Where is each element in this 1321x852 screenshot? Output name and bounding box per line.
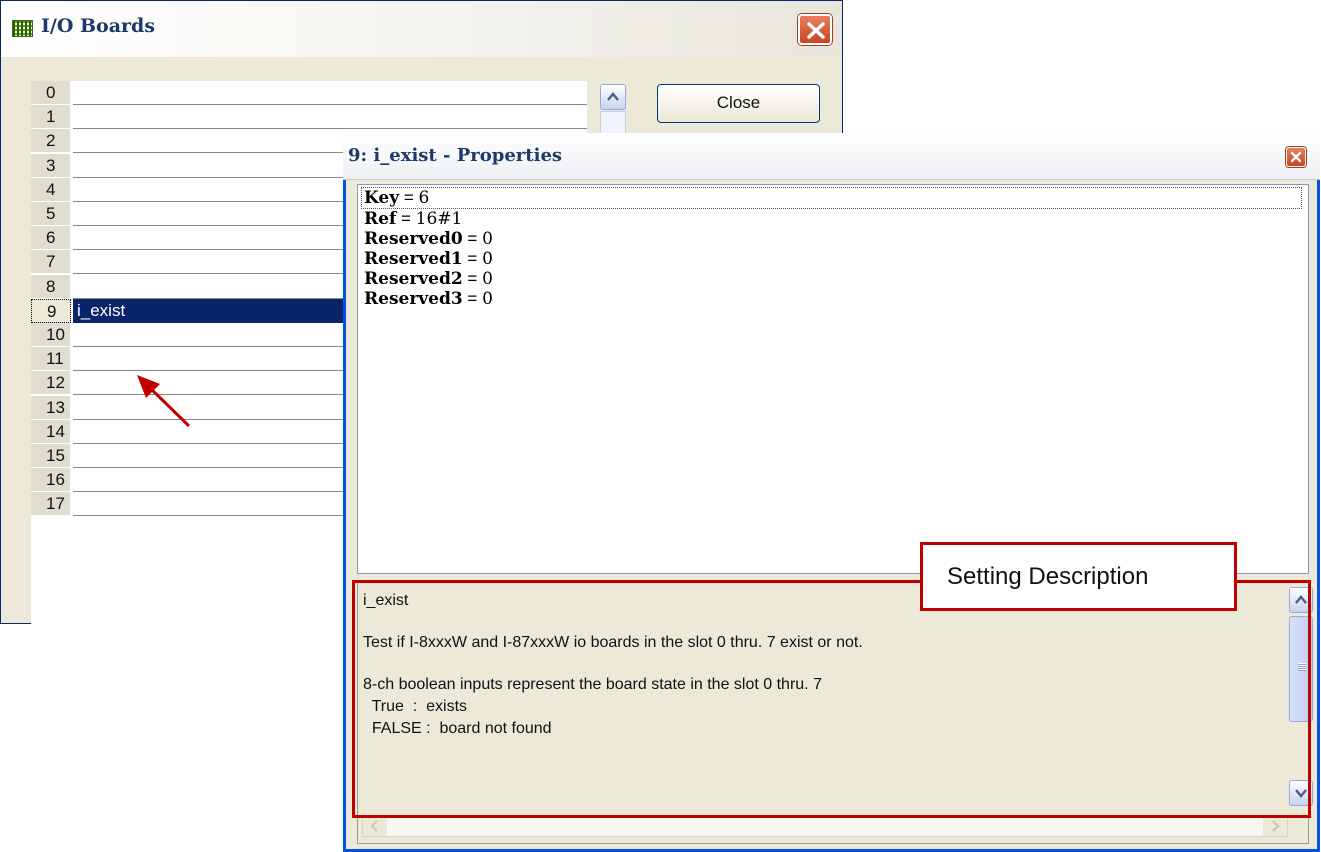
slot-number: 12 bbox=[31, 371, 71, 396]
property-value: 0 bbox=[482, 289, 493, 309]
slot-row[interactable]: 1 bbox=[31, 105, 587, 130]
property-line[interactable]: Reserved0 = 0 bbox=[364, 229, 1302, 249]
property-value: 6 bbox=[418, 188, 430, 208]
property-key: Reserved1 bbox=[364, 249, 463, 269]
slot-number: 14 bbox=[31, 419, 71, 444]
chevron-left-icon bbox=[370, 820, 378, 832]
slot-number: 2 bbox=[31, 129, 71, 154]
slot-number: 17 bbox=[31, 492, 71, 517]
slot-number: 15 bbox=[31, 444, 71, 468]
property-line[interactable]: Reserved2 = 0 bbox=[364, 269, 1302, 289]
slot-number: 7 bbox=[31, 250, 71, 275]
property-value: 0 bbox=[482, 249, 493, 269]
slot-row[interactable]: 0 bbox=[31, 81, 587, 105]
property-key: Ref bbox=[364, 209, 397, 229]
properties-title: 9: i_exist - Properties bbox=[348, 145, 563, 166]
slot-number: 4 bbox=[31, 177, 71, 202]
slot-value[interactable] bbox=[73, 105, 587, 130]
description-horizontal-scrollbar[interactable] bbox=[362, 815, 1288, 837]
property-line[interactable]: Reserved3 = 0 bbox=[364, 289, 1302, 309]
property-value: 0 bbox=[482, 269, 493, 289]
description-highlight-box bbox=[352, 580, 1311, 818]
property-key: Key bbox=[364, 188, 400, 208]
slot-number: 6 bbox=[31, 226, 71, 251]
slot-number: 5 bbox=[31, 202, 71, 226]
property-list[interactable]: Key = 6 Ref = 16#1 Reserved0 = 0 Reserve… bbox=[357, 184, 1309, 574]
slot-number: 9 bbox=[31, 298, 71, 323]
slot-number: 10 bbox=[31, 323, 71, 347]
close-button[interactable]: Close bbox=[657, 84, 820, 123]
properties-close-icon[interactable] bbox=[1286, 147, 1306, 167]
property-value: 16#1 bbox=[415, 209, 463, 229]
callout-label: Setting Description bbox=[947, 563, 1149, 590]
property-key: Reserved2 bbox=[364, 269, 463, 289]
property-value: 0 bbox=[482, 229, 493, 249]
property-line[interactable]: Key = 6 bbox=[361, 187, 1302, 209]
setting-description-callout: Setting Description bbox=[920, 542, 1237, 611]
property-key: Reserved3 bbox=[364, 289, 463, 309]
slot-number: 13 bbox=[31, 395, 71, 420]
scroll-up-button[interactable] bbox=[600, 84, 626, 110]
chevron-up-icon bbox=[607, 92, 619, 101]
slot-number: 0 bbox=[31, 81, 71, 105]
chevron-right-icon bbox=[1272, 820, 1280, 832]
scrollbar-thumb[interactable] bbox=[600, 111, 626, 135]
slot-number: 11 bbox=[31, 347, 71, 372]
slot-number: 1 bbox=[31, 105, 71, 130]
io-boards-titlebar[interactable]: I/O Boards bbox=[1, 1, 842, 57]
scroll-left-button[interactable] bbox=[363, 816, 387, 836]
io-boards-title: I/O Boards bbox=[41, 15, 156, 37]
properties-titlebar[interactable]: 9: i_exist - Properties bbox=[343, 133, 1320, 180]
io-board-grid-icon bbox=[12, 20, 33, 37]
slot-number: 16 bbox=[31, 468, 71, 493]
slot-value[interactable] bbox=[73, 81, 587, 105]
io-window-close-icon[interactable] bbox=[798, 14, 832, 45]
property-line[interactable]: Ref = 16#1 bbox=[364, 209, 1302, 229]
slot-number: 3 bbox=[31, 153, 71, 178]
scroll-right-button[interactable] bbox=[1263, 816, 1287, 836]
slot-number: 8 bbox=[31, 274, 71, 299]
property-key: Reserved0 bbox=[364, 229, 463, 249]
property-line[interactable]: Reserved1 = 0 bbox=[364, 249, 1302, 269]
